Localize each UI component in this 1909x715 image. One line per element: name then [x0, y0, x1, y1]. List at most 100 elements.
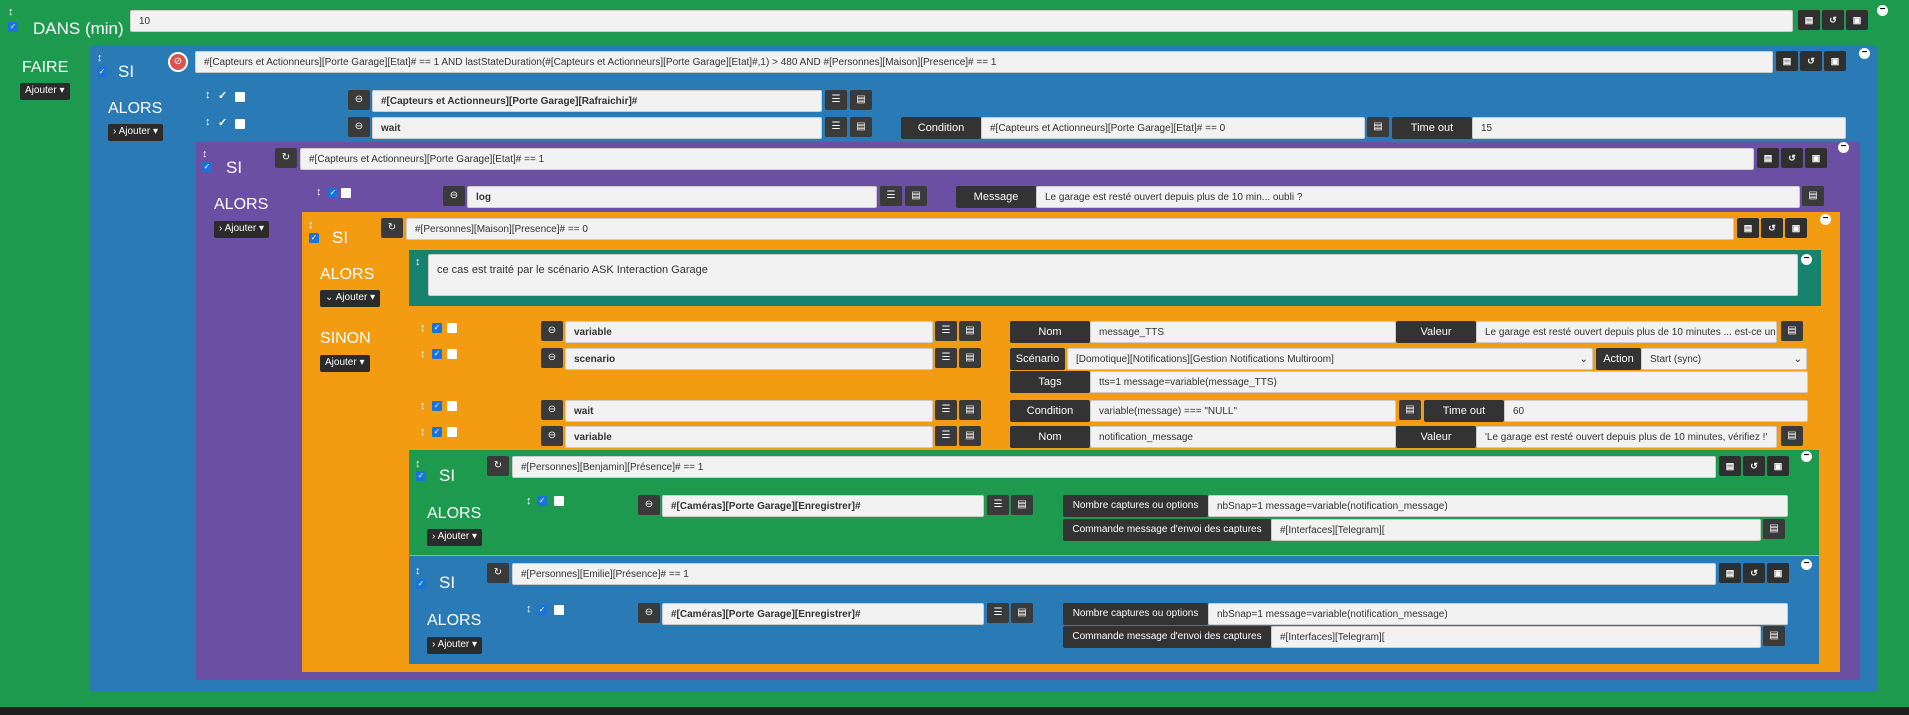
- s1-enabled-check[interactable]: ✓: [432, 323, 442, 333]
- a2-condition-input[interactable]: #[Capteurs et Actionneurs][Porte Garage]…: [981, 117, 1365, 139]
- a2-list-button[interactable]: ☰: [825, 117, 847, 137]
- log-config-button[interactable]: ▤: [905, 186, 927, 206]
- comment-remove-icon[interactable]: −: [1801, 254, 1812, 265]
- si3-history-button[interactable]: ↺: [1761, 218, 1783, 238]
- a1-drag-icon[interactable]: ↕: [205, 89, 211, 101]
- si3-refresh-button[interactable]: ↻: [381, 218, 403, 238]
- si5-code-button[interactable]: ▤: [1719, 563, 1741, 583]
- si3-code-button[interactable]: ▤: [1737, 218, 1759, 238]
- s1-config-button[interactable]: ▤: [959, 321, 981, 341]
- si2-checkbox[interactable]: ✓: [202, 162, 212, 172]
- si5-condition-input[interactable]: #[Personnes][Emilie][Présence]# == 1: [512, 563, 1716, 585]
- si4-code-button[interactable]: ▤: [1719, 456, 1741, 476]
- si5-cmdmsg-input[interactable]: #[Interfaces][Telegram][: [1271, 626, 1761, 648]
- si5-remove-icon[interactable]: −: [1801, 559, 1812, 570]
- a2-enabled-check[interactable]: ✓: [218, 116, 227, 129]
- a2-command-input[interactable]: wait: [372, 117, 822, 139]
- si5-copy-button[interactable]: ▣: [1767, 563, 1789, 583]
- comment-textarea[interactable]: ce cas est traité par le scénario ASK In…: [428, 254, 1798, 296]
- s1-remove-button[interactable]: ⊖: [541, 321, 563, 341]
- si5-action-enabled[interactable]: ✓: [537, 605, 547, 615]
- si5-add-button[interactable]: › Ajouter ▾: [427, 637, 483, 654]
- faire-add-button[interactable]: Ajouter ▾: [20, 83, 70, 100]
- si4-drag-icon[interactable]: ↕: [415, 458, 421, 470]
- a1-list-button[interactable]: ☰: [825, 90, 847, 110]
- s1-valeur-button[interactable]: ▤: [1781, 321, 1803, 341]
- log-remove-button[interactable]: ⊖: [443, 186, 465, 206]
- dans-copy-button[interactable]: ▣: [1846, 10, 1868, 30]
- si3-remove-icon[interactable]: −: [1820, 214, 1831, 225]
- si3-checkbox[interactable]: ✓: [309, 233, 319, 243]
- si5-cmdmsg-button[interactable]: ▤: [1763, 626, 1785, 646]
- s4-drag-icon[interactable]: ↕: [420, 426, 426, 438]
- log-message-button[interactable]: ▤: [1802, 186, 1824, 206]
- si1-checkbox[interactable]: ✓: [97, 67, 107, 77]
- si1-history-button[interactable]: ↺: [1800, 51, 1822, 71]
- log-command-input[interactable]: log: [467, 186, 877, 208]
- si2-drag-icon[interactable]: ↕: [202, 148, 208, 160]
- s4-nom-input[interactable]: notification_message: [1090, 426, 1396, 448]
- si4-action-config[interactable]: ▤: [1011, 495, 1033, 515]
- si1-condition-input[interactable]: #[Capteurs et Actionneurs][Porte Garage]…: [195, 51, 1773, 73]
- si2-add-button[interactable]: › Ajouter ▾: [214, 221, 270, 238]
- s4-command-input[interactable]: variable: [565, 426, 933, 448]
- si2-copy-button[interactable]: ▣: [1805, 148, 1827, 168]
- a1-remove-button[interactable]: ⊖: [348, 90, 370, 110]
- s3-parallel-checkbox[interactable]: [447, 401, 457, 411]
- si5-action-config[interactable]: ▤: [1011, 603, 1033, 623]
- s2-remove-button[interactable]: ⊖: [541, 348, 563, 368]
- s4-remove-button[interactable]: ⊖: [541, 426, 563, 446]
- s3-config-button[interactable]: ▤: [959, 400, 981, 420]
- si4-cmdmsg-input[interactable]: #[Interfaces][Telegram][: [1271, 519, 1761, 541]
- dans-checkbox[interactable]: ✓: [8, 22, 18, 32]
- a1-config-button[interactable]: ▤: [850, 90, 872, 110]
- a2-remove-button[interactable]: ⊖: [348, 117, 370, 137]
- si2-refresh-button[interactable]: ↻: [275, 148, 297, 168]
- log-list-button[interactable]: ☰: [880, 186, 902, 206]
- si4-action-enabled[interactable]: ✓: [537, 496, 547, 506]
- s2-scenario-select[interactable]: [Domotique][Notifications][Gestion Notif…: [1067, 348, 1593, 370]
- si3-drag-icon[interactable]: ↕: [308, 219, 314, 231]
- si4-condition-input[interactable]: #[Personnes][Benjamin][Présence]# == 1: [512, 456, 1716, 478]
- a2-condition-button[interactable]: ▤: [1367, 117, 1389, 137]
- s2-tags-input[interactable]: tts=1 message=variable(message_TTS): [1090, 371, 1808, 393]
- s3-condition-button[interactable]: ▤: [1399, 400, 1421, 420]
- si4-action-list[interactable]: ☰: [987, 495, 1009, 515]
- si4-refresh-button[interactable]: ↻: [487, 456, 509, 476]
- a1-command-input[interactable]: #[Capteurs et Actionneurs][Porte Garage]…: [372, 90, 822, 112]
- si4-checkbox[interactable]: ✓: [416, 471, 426, 481]
- a1-enabled-check[interactable]: ✓: [218, 89, 227, 102]
- s2-action-select[interactable]: Start (sync) ⌄: [1641, 348, 1807, 370]
- si5-action-drag-icon[interactable]: ↕: [526, 603, 532, 615]
- si2-history-button[interactable]: ↺: [1781, 148, 1803, 168]
- dans-value-input[interactable]: 10: [130, 10, 1793, 32]
- drag-handle-icon[interactable]: ↕: [8, 6, 14, 18]
- si4-add-button[interactable]: › Ajouter ▾: [427, 529, 483, 546]
- si5-action-parallel[interactable]: [554, 605, 564, 615]
- si3-copy-button[interactable]: ▣: [1785, 218, 1807, 238]
- s4-list-button[interactable]: ☰: [935, 426, 957, 446]
- s2-config-button[interactable]: ▤: [959, 348, 981, 368]
- dans-code-button[interactable]: ▤: [1798, 10, 1820, 30]
- log-drag-icon[interactable]: ↕: [316, 186, 322, 198]
- s4-config-button[interactable]: ▤: [959, 426, 981, 446]
- s1-nom-input[interactable]: message_TTS: [1090, 321, 1396, 343]
- dans-history-button[interactable]: ↺: [1822, 10, 1844, 30]
- si4-action-input[interactable]: #[Caméras][Porte Garage][Enregistrer]#: [662, 495, 984, 517]
- s2-list-button[interactable]: ☰: [935, 348, 957, 368]
- si2-code-button[interactable]: ▤: [1757, 148, 1779, 168]
- s4-parallel-checkbox[interactable]: [447, 427, 457, 437]
- s2-command-input[interactable]: scenario: [565, 348, 933, 370]
- log-enabled-check[interactable]: ✓: [328, 188, 338, 198]
- si5-action-list[interactable]: ☰: [987, 603, 1009, 623]
- si4-action-parallel[interactable]: [554, 496, 564, 506]
- si3-add-button[interactable]: ⌄ Ajouter ▾: [320, 290, 381, 307]
- sinon-add-button[interactable]: Ajouter ▾: [320, 355, 370, 372]
- s3-drag-icon[interactable]: ↕: [420, 400, 426, 412]
- s3-condition-input[interactable]: variable(message) === "NULL": [1090, 400, 1396, 422]
- s4-valeur-button[interactable]: ▤: [1781, 426, 1803, 446]
- si1-add-button[interactable]: › Ajouter ▾: [108, 124, 164, 141]
- si4-history-button[interactable]: ↺: [1743, 456, 1765, 476]
- si4-action-drag-icon[interactable]: ↕: [526, 495, 532, 507]
- si1-code-button[interactable]: ▤: [1776, 51, 1798, 71]
